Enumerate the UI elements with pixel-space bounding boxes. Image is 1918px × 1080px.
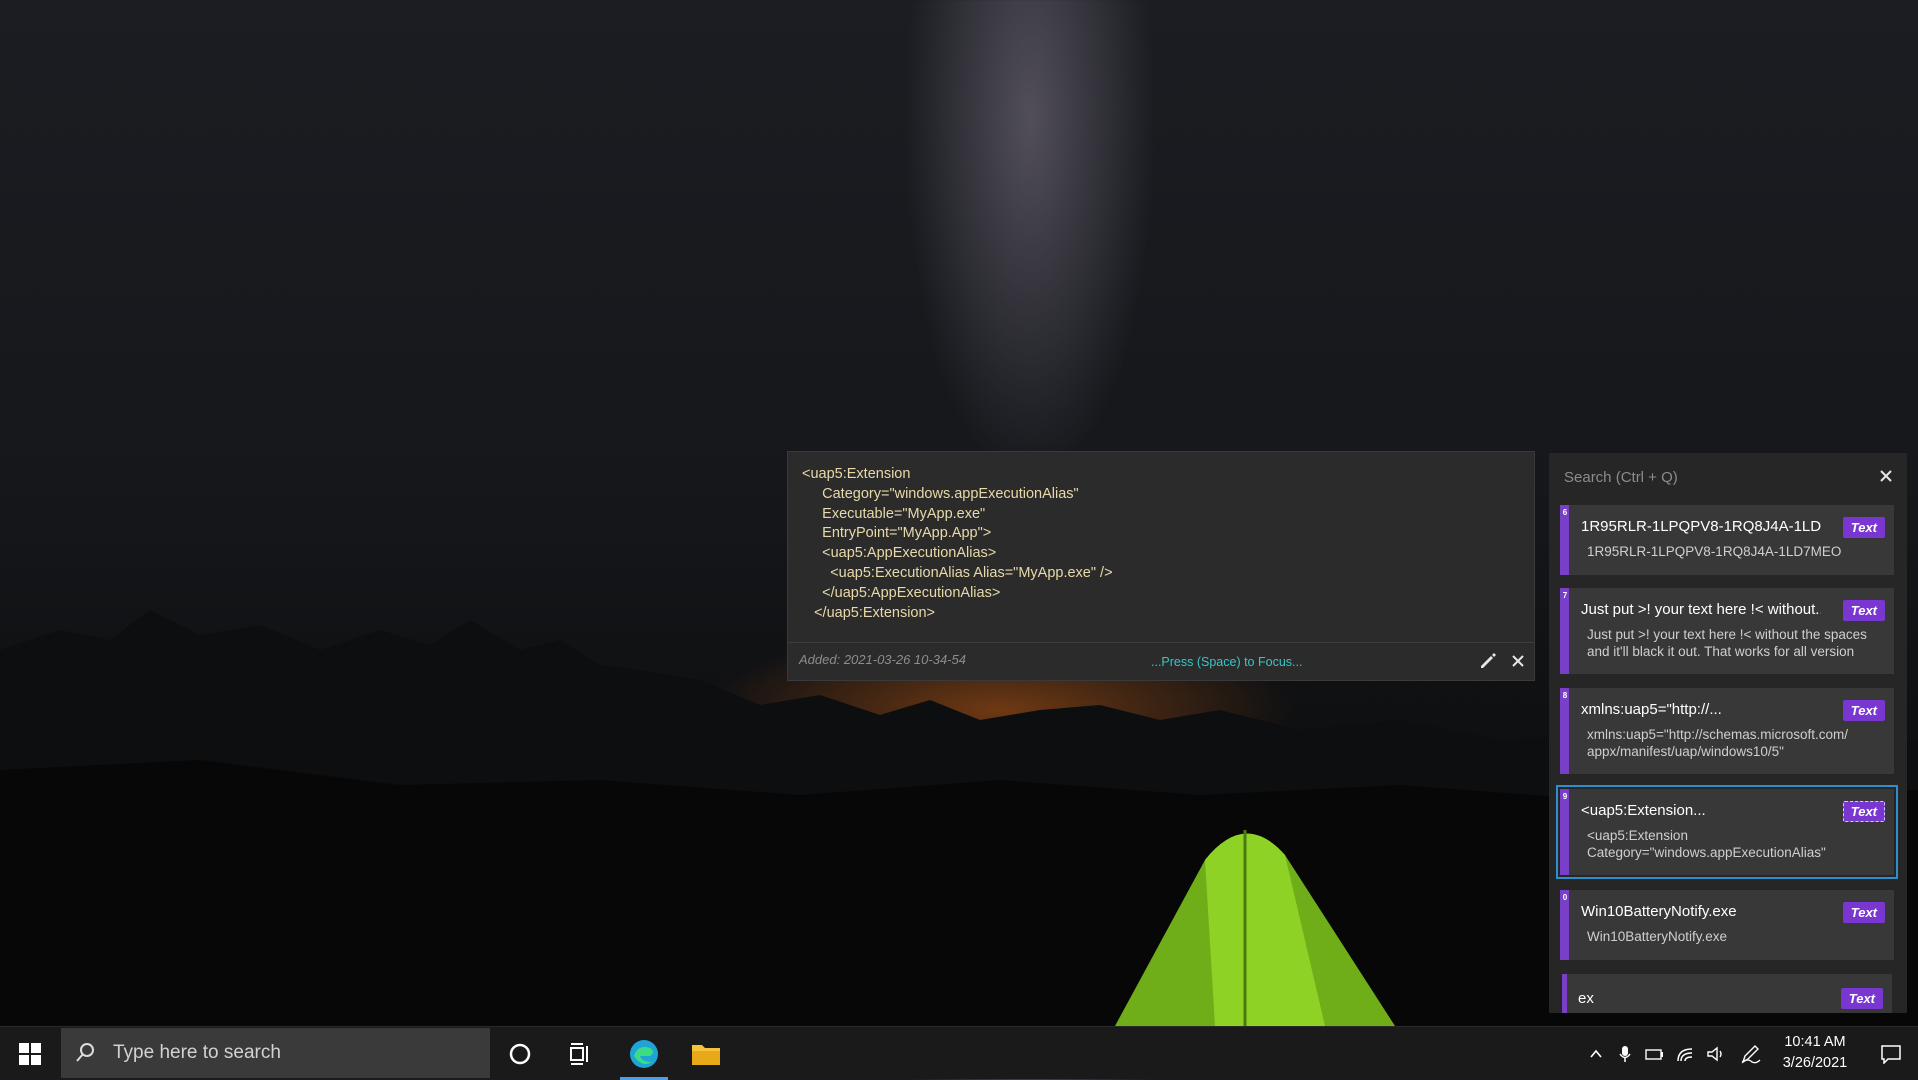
focus-hint[interactable]: ...Press (Space) to Focus... [1151, 655, 1302, 669]
show-hidden-icons-button[interactable] [1582, 1027, 1610, 1080]
chevron-up-icon [1590, 1049, 1602, 1058]
battery-icon [1645, 1048, 1663, 1060]
type-badge: Text [1842, 700, 1885, 721]
taskbar-search-placeholder: Type here to search [113, 1042, 281, 1063]
speaker-icon [1707, 1046, 1722, 1061]
search-icon [76, 1043, 94, 1062]
taskbar-clock[interactable]: 10:41 AM 3/26/2021 [1760, 1032, 1870, 1074]
type-badge: Text [1840, 988, 1883, 1009]
task-view-icon [570, 1042, 588, 1065]
clock-date: 3/26/2021 [1782, 1055, 1848, 1071]
type-badge: Text [1842, 517, 1885, 538]
action-center-button[interactable] [1866, 1027, 1916, 1080]
preview-footer: Added: 2021-03-26 10-34-54 ...Press (Spa… [788, 642, 1534, 680]
clip-body: 1R95RLR-1LPQPV8-1RQ8J4A-1LD7MEO [1587, 544, 1842, 559]
close-icon [1512, 655, 1524, 667]
clip-item[interactable]: 8 xmlns:uap5="http://... Text xmlns:uap5… [1560, 688, 1894, 774]
clip-body: xmlns:uap5="http://schemas.microsoft.com… [1587, 727, 1849, 759]
pen-icon [1741, 1044, 1761, 1064]
cortana-icon [509, 1043, 531, 1064]
clip-body: Win10BatteryNotify.exe [1587, 929, 1728, 944]
clip-title: Just put >! your text here !< without... [1581, 601, 1821, 618]
clip-title: Win10BatteryNotify.exe [1581, 903, 1737, 920]
clip-item[interactable]: ex Text [1562, 974, 1892, 1013]
close-icon [1880, 470, 1892, 482]
type-badge: Text [1842, 801, 1885, 822]
clip-preview-popup: <uap5:Extension Category="windows.appExe… [787, 451, 1535, 681]
battery-tray-button[interactable] [1640, 1027, 1668, 1080]
edge-icon [630, 1039, 658, 1068]
edge-taskbar-button[interactable] [614, 1027, 674, 1080]
clip-item-selected[interactable]: 9 <uap5:Extension... Text <uap5:Extensio… [1556, 785, 1898, 879]
type-badge: Text [1842, 902, 1885, 923]
task-view-button[interactable] [550, 1027, 610, 1080]
clip-body: <uap5:Extension Category="windows.appExe… [1587, 828, 1826, 860]
microphone-tray-button[interactable] [1611, 1027, 1639, 1080]
taskbar: Type here to search 10:41 AM 3/26/2021 [0, 1026, 1918, 1080]
edit-button[interactable] [1477, 650, 1499, 672]
added-timestamp: Added: 2021-03-26 10-34-54 [799, 652, 966, 667]
clip-number: 6 [1562, 508, 1568, 517]
clip-number: 9 [1562, 792, 1568, 801]
clip-body: Just put >! your text here !< without th… [1587, 627, 1871, 659]
search-input[interactable] [1562, 463, 1876, 491]
clip-title: 1R95RLR-1LPQPV8-1RQ8J4A-1LD7... [1581, 518, 1821, 535]
clip-number: 8 [1562, 691, 1568, 700]
clip-item[interactable]: 7 Just put >! your text here !< without.… [1560, 588, 1894, 674]
clip-number: 7 [1562, 591, 1568, 600]
clip-item[interactable]: 0 Win10BatteryNotify.exe Text Win10Batte… [1560, 890, 1894, 960]
folder-icon [692, 1044, 720, 1065]
clip-title: <uap5:Extension... [1581, 802, 1706, 819]
tent-image [1115, 830, 1395, 1026]
start-button[interactable] [0, 1027, 60, 1080]
preview-content: <uap5:Extension Category="windows.appExe… [802, 466, 1113, 621]
clip-number: 0 [1562, 893, 1568, 902]
windows-logo-icon [19, 1042, 41, 1065]
taskbar-search-box[interactable]: Type here to search [61, 1028, 490, 1078]
close-preview-button[interactable] [1507, 650, 1529, 672]
clip-item[interactable]: 6 1R95RLR-1LPQPV8-1RQ8J4A-1LD7... Text 1… [1560, 505, 1894, 575]
clock-time: 10:41 AM [1784, 1034, 1846, 1050]
type-badge: Text [1842, 600, 1885, 621]
microphone-icon [1619, 1045, 1631, 1062]
notification-icon [1881, 1044, 1901, 1064]
file-explorer-button[interactable] [676, 1027, 736, 1080]
volume-tray-button[interactable] [1702, 1027, 1730, 1080]
wifi-icon [1677, 1047, 1693, 1061]
clip-title: xmlns:uap5="http://... [1581, 701, 1722, 718]
pencil-icon [1481, 653, 1496, 668]
cortana-button[interactable] [490, 1027, 550, 1080]
network-tray-button[interactable] [1672, 1027, 1700, 1080]
clipboard-panel: 6 1R95RLR-1LPQPV8-1RQ8J4A-1LD7... Text 1… [1549, 453, 1907, 1013]
close-panel-button[interactable] [1875, 465, 1897, 487]
clip-title: ex [1578, 990, 1594, 1007]
